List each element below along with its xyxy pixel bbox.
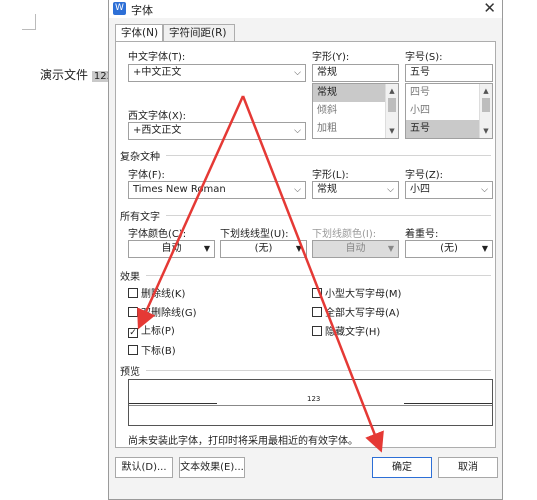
chevron-down-icon: ⌵ — [294, 126, 301, 136]
all-text-section-title: 所有文字 — [120, 212, 160, 223]
preview-sample-text: 123 — [307, 395, 321, 403]
complex-font-value: Times New Roman — [133, 184, 226, 195]
western-font-value: +西文正文 — [133, 125, 182, 136]
chinese-font-combo[interactable]: +中文正文 ⌵ — [128, 64, 306, 82]
text-effects-button[interactable]: 文本效果(E)... — [179, 457, 245, 478]
double-strikethrough-checkbox[interactable]: 双删除线(G) — [128, 307, 197, 320]
checkbox-label: 上标(P) — [141, 326, 175, 337]
underline-color-label: 下划线颜色(I): — [312, 229, 377, 240]
underline-color-value: 自动 — [345, 243, 366, 254]
caret-down-icon: ▼ — [295, 244, 302, 253]
chevron-down-icon: ⌵ — [387, 185, 394, 195]
western-font-label: 西文字体(X): — [128, 111, 187, 122]
font-color-label: 字体颜色(C): — [128, 229, 187, 240]
checkbox-box[interactable] — [128, 345, 138, 355]
section-divider — [146, 275, 491, 276]
default-button[interactable]: 默认(D)... — [115, 457, 173, 478]
checkbox-checked[interactable]: ✓ — [128, 328, 138, 338]
scroll-up-icon[interactable]: ▲ — [480, 85, 492, 97]
document-text[interactable]: 演示文件 123 — [40, 66, 115, 83]
checkbox-box[interactable] — [312, 307, 322, 317]
complex-style-label: 字形(L): — [312, 170, 349, 181]
dialog-title: 字体 — [131, 4, 153, 17]
size-scrollbar[interactable]: ▲ ▼ — [479, 84, 492, 138]
caret-down-icon: ▼ — [203, 244, 210, 253]
checkbox-label: 下标(B) — [141, 346, 176, 357]
page-corner-marker — [22, 14, 36, 30]
checkbox-label: 删除线(K) — [141, 289, 186, 300]
checkbox-label: 双删除线(G) — [141, 308, 197, 319]
checkbox-box[interactable] — [312, 288, 322, 298]
ok-button[interactable]: 确定 — [372, 457, 432, 478]
preview-section-title: 预览 — [120, 367, 140, 378]
section-divider — [166, 215, 491, 216]
strikethrough-checkbox[interactable]: 删除线(K) — [128, 288, 185, 301]
preview-baseline — [404, 403, 492, 404]
font-tab-pane: 中文字体(T): +中文正文 ⌵ 字形(Y): 常规 常规 倾斜 加粗 ▲ ▼ 字号… — [115, 41, 496, 448]
style-label: 字形(Y): — [312, 52, 350, 63]
underline-style-label: 下划线线型(U): — [220, 229, 289, 240]
document-text-body: 演示文件 — [40, 68, 89, 82]
app-icon: W — [113, 2, 126, 15]
dialog-titlebar: W 字体 ✕ — [109, 0, 502, 18]
checkbox-label: 全部大写字母(A) — [325, 308, 400, 319]
checkbox-label: 小型大写字母(M) — [325, 289, 402, 300]
chevron-down-icon: ⌵ — [481, 185, 488, 195]
caret-down-icon: ▼ — [387, 244, 394, 253]
scroll-thumb[interactable] — [388, 98, 396, 112]
checkbox-box[interactable] — [128, 307, 138, 317]
underline-style-value: (无) — [254, 243, 273, 254]
preview-box: 123 — [128, 379, 493, 426]
tab-char-spacing[interactable]: 字符间距(R) — [163, 24, 235, 42]
checkbox-box[interactable] — [128, 288, 138, 298]
font-color-value: 自动 — [161, 243, 182, 254]
section-divider — [166, 155, 491, 156]
complex-style-combo[interactable]: 常规 ⌵ — [312, 181, 399, 199]
underline-style-dropdown[interactable]: (无) ▼ — [220, 240, 307, 258]
size-input[interactable]: 五号 — [405, 64, 493, 82]
complex-size-combo[interactable]: 小四 ⌵ — [405, 181, 493, 199]
emphasis-dropdown[interactable]: (无) ▼ — [405, 240, 493, 258]
small-caps-checkbox[interactable]: 小型大写字母(M) — [312, 288, 401, 301]
complex-section-title: 复杂文种 — [120, 152, 160, 163]
complex-size-value: 小四 — [410, 184, 430, 195]
superscript-checkbox[interactable]: ✓ 上标(P) — [128, 326, 175, 338]
chevron-down-icon: ⌵ — [294, 185, 301, 195]
chinese-font-label: 中文字体(T): — [128, 52, 186, 63]
western-font-combo[interactable]: +西文正文 ⌵ — [128, 122, 306, 140]
scroll-down-icon[interactable]: ▼ — [480, 125, 492, 137]
emphasis-label: 着重号: — [405, 229, 439, 240]
complex-font-label: 字体(F): — [128, 170, 165, 181]
checkbox-box[interactable] — [312, 326, 322, 336]
style-scrollbar[interactable]: ▲ ▼ — [385, 84, 398, 138]
font-dialog: W 字体 ✕ 字体(N) 字符间距(R) 中文字体(T): +中文正文 ⌵ 字形(… — [108, 0, 503, 500]
all-caps-checkbox[interactable]: 全部大写字母(A) — [312, 307, 400, 320]
hidden-text-checkbox[interactable]: 隐藏文字(H) — [312, 326, 380, 339]
underline-color-dropdown: 自动 ▼ — [312, 240, 399, 258]
size-listbox[interactable]: 四号 小四 五号 ▲ ▼ — [405, 83, 493, 139]
effects-section-title: 效果 — [120, 272, 140, 283]
complex-size-label: 字号(Z): — [405, 170, 444, 181]
subscript-checkbox[interactable]: 下标(B) — [128, 345, 176, 358]
size-label: 字号(S): — [405, 52, 443, 63]
chevron-down-icon: ⌵ — [294, 68, 301, 78]
chinese-font-value: +中文正文 — [133, 67, 182, 78]
emphasis-value: (无) — [440, 243, 458, 254]
style-listbox[interactable]: 常规 倾斜 加粗 ▲ ▼ — [312, 83, 399, 139]
close-icon[interactable]: ✕ — [483, 0, 496, 17]
scroll-down-icon[interactable]: ▼ — [386, 125, 398, 137]
checkbox-label: 隐藏文字(H) — [325, 327, 381, 338]
preview-divider — [129, 405, 492, 406]
scroll-up-icon[interactable]: ▲ — [386, 85, 398, 97]
style-input[interactable]: 常规 — [312, 64, 399, 82]
cancel-button[interactable]: 取消 — [438, 457, 498, 478]
font-color-dropdown[interactable]: 自动 ▼ — [128, 240, 215, 258]
font-not-installed-note: 尚未安装此字体，打印时将采用最相近的有效字体。 — [128, 436, 358, 447]
section-divider — [146, 370, 491, 371]
complex-font-combo[interactable]: Times New Roman ⌵ — [128, 181, 306, 199]
caret-down-icon: ▼ — [481, 244, 488, 253]
complex-style-value: 常规 — [317, 184, 337, 195]
preview-baseline — [129, 403, 217, 404]
scroll-thumb[interactable] — [482, 98, 490, 112]
